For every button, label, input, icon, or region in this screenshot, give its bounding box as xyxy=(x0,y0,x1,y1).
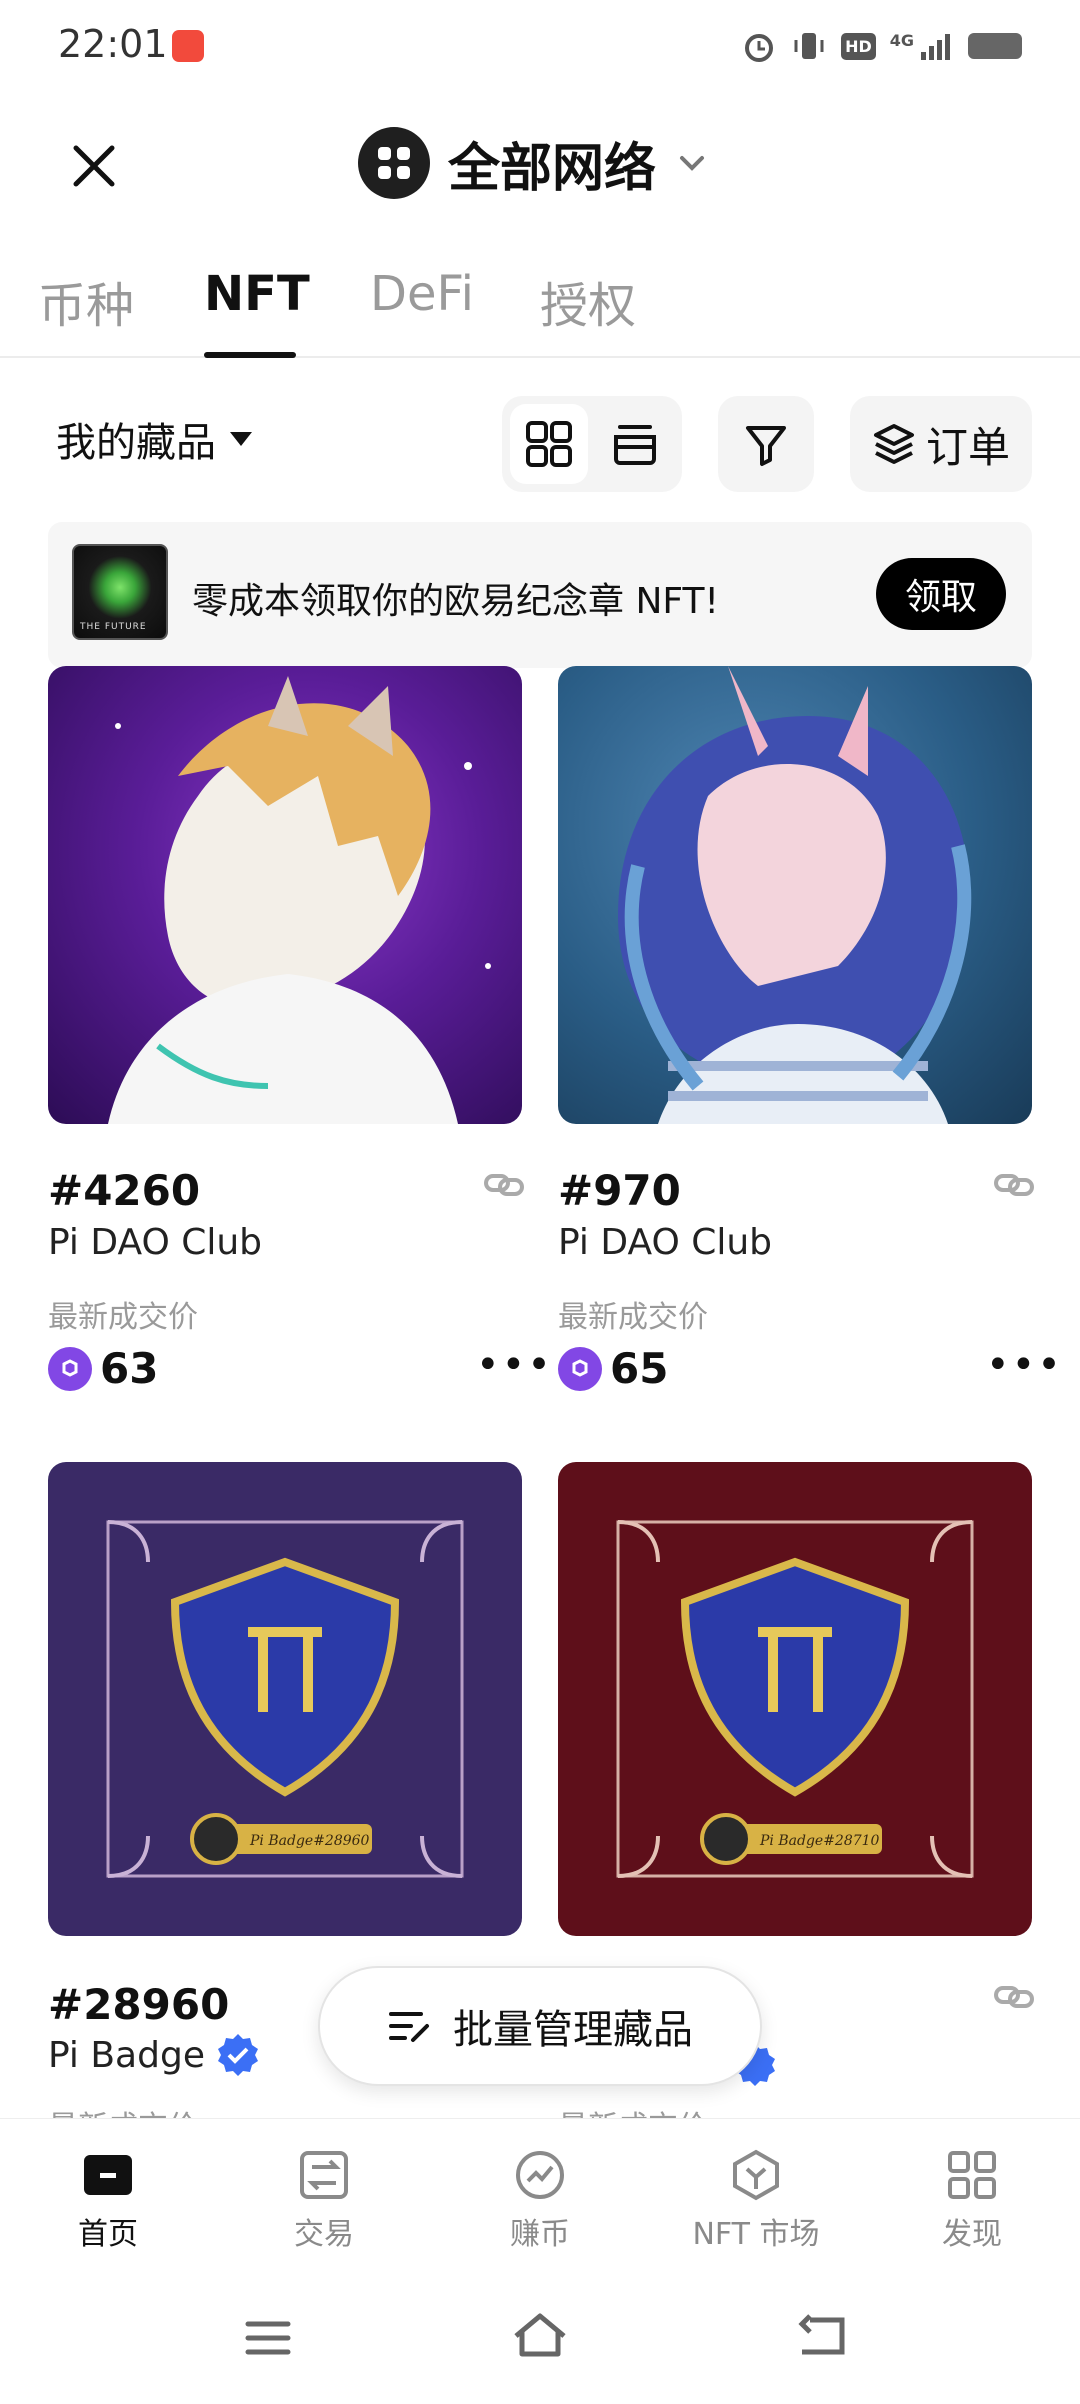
orders-button[interactable]: 订单 xyxy=(850,396,1032,492)
collection-name-text: Pi DAO Club xyxy=(558,1222,773,1263)
grid-icon xyxy=(526,421,572,467)
promo-banner[interactable]: THE FUTURE 零成本领取你的欧易纪念章 NFT! 领取 xyxy=(48,522,1032,668)
status-time: 22:01 xyxy=(58,22,168,66)
nft-collection-name: Pi DAO Club xyxy=(48,1222,262,1263)
nft-image-28710[interactable]: Pi Badge#28710 xyxy=(558,1462,1032,1936)
batch-list-icon xyxy=(389,2012,429,2042)
tab-approvals[interactable]: 授权 xyxy=(540,266,636,336)
list-view-icon xyxy=(614,425,656,465)
filter-icon xyxy=(746,426,786,466)
view-mode-toggle xyxy=(502,396,682,492)
battery-icon xyxy=(968,33,1022,59)
chevron-down-icon xyxy=(680,156,705,171)
filter-button[interactable] xyxy=(718,396,814,492)
caret-down-icon xyxy=(230,432,252,446)
nft-id: #4260 xyxy=(48,1166,201,1215)
vibrate-icon xyxy=(794,33,824,59)
nft-collection-name: Pi Badge xyxy=(48,2032,261,2078)
discover-icon xyxy=(948,2151,996,2199)
claim-button[interactable]: 领取 xyxy=(876,558,1006,630)
orders-label: 订单 xyxy=(925,422,1010,472)
signal-icon xyxy=(921,34,950,60)
thumbnail-caption: THE FUTURE xyxy=(80,622,147,632)
last-sale-label: 最新成交价 xyxy=(48,1300,198,1335)
grid-view-button[interactable] xyxy=(510,404,588,484)
system-navigation-bar xyxy=(0,2280,1080,2404)
nav-label: 赚币 xyxy=(510,2217,570,2252)
hd-icon: HD xyxy=(841,32,876,60)
nav-nft-market[interactable]: NFT 市场 xyxy=(676,2149,836,2253)
nav-home[interactable]: 首页 xyxy=(28,2149,188,2253)
nft-market-icon xyxy=(733,2149,779,2201)
back-icon[interactable] xyxy=(796,2314,850,2358)
nft-image-28960[interactable]: Pi Badge#28960 xyxy=(48,1462,522,1936)
asset-tabs: 币种 NFT DeFi 授权 xyxy=(0,248,1080,358)
polygon-icon xyxy=(48,1346,92,1391)
nav-label: 发现 xyxy=(942,2217,1002,2252)
nft-collection-name: Pi DAO Club xyxy=(558,1222,772,1263)
home-button-icon[interactable] xyxy=(510,2310,570,2360)
network-selector[interactable]: 全部网络 xyxy=(358,126,710,200)
close-icon[interactable] xyxy=(62,134,126,198)
price-value: 63 xyxy=(100,1344,159,1393)
polygon-icon xyxy=(558,1346,602,1391)
collection-name-text: Pi DAO Club xyxy=(48,1222,263,1263)
active-tab-indicator xyxy=(204,352,296,358)
list-view-button[interactable] xyxy=(596,404,674,484)
tab-coins[interactable]: 币种 xyxy=(38,266,134,336)
menu-icon[interactable] xyxy=(244,2318,292,2358)
nft-price: 63 xyxy=(48,1344,158,1393)
chain-link-icon xyxy=(994,1174,1034,1196)
batch-manage-label: 批量管理藏品 xyxy=(453,2007,693,2053)
badge-ribbon-text: Pi Badge#28710 xyxy=(759,1833,880,1849)
status-bar: 22:01 HD 4G xyxy=(0,0,1080,96)
status-icons: HD 4G xyxy=(741,26,1022,66)
app-notification-icon xyxy=(172,30,204,62)
home-icon xyxy=(84,2155,132,2195)
tab-nft[interactable]: NFT xyxy=(204,266,310,322)
earn-icon xyxy=(516,2151,564,2199)
trade-icon xyxy=(300,2151,348,2199)
nft-id: #970 xyxy=(558,1166,681,1215)
nft-id: #28960 xyxy=(48,1980,230,2029)
nav-discover[interactable]: 发现 xyxy=(892,2149,1052,2253)
alarm-icon xyxy=(745,34,774,62)
nav-label: 交易 xyxy=(294,2217,354,2252)
commemorative-badge-thumbnail: THE FUTURE xyxy=(72,544,168,640)
nav-trade[interactable]: 交易 xyxy=(244,2149,404,2253)
batch-manage-button[interactable]: 批量管理藏品 xyxy=(318,1966,762,2086)
collection-name-text: Pi Badge xyxy=(48,2034,205,2076)
collection-filter-dropdown[interactable]: 我的藏品 xyxy=(56,410,252,468)
all-networks-icon xyxy=(358,127,430,199)
nav-label: 首页 xyxy=(78,2217,138,2252)
nft-image-4260[interactable] xyxy=(48,666,522,1124)
last-sale-label: 最新成交价 xyxy=(558,1300,708,1335)
nft-price: 65 xyxy=(558,1344,668,1393)
chain-link-icon xyxy=(994,1986,1034,2008)
more-options-icon[interactable]: ••• xyxy=(986,1342,1063,1388)
chain-link-icon xyxy=(484,1174,524,1196)
nav-label: NFT 市场 xyxy=(692,2217,820,2252)
signal-label: 4G xyxy=(889,30,914,50)
network-title: 全部网络 xyxy=(448,138,657,199)
collection-filter-label: 我的藏品 xyxy=(56,420,216,466)
tab-defi[interactable]: DeFi xyxy=(370,266,474,322)
badge-ribbon-text: Pi Badge#28960 xyxy=(249,1833,370,1849)
promo-text: 零成本领取你的欧易纪念章 NFT! xyxy=(192,581,719,622)
nav-earn[interactable]: 赚币 xyxy=(460,2149,620,2253)
nft-image-970[interactable] xyxy=(558,666,1032,1124)
more-options-icon[interactable]: ••• xyxy=(476,1342,553,1388)
price-value: 65 xyxy=(610,1344,669,1393)
verified-icon xyxy=(217,2034,258,2076)
bottom-navigation: 首页 交易 赚币 NFT 市场 发现 xyxy=(0,2118,1080,2280)
layers-icon xyxy=(873,424,914,464)
